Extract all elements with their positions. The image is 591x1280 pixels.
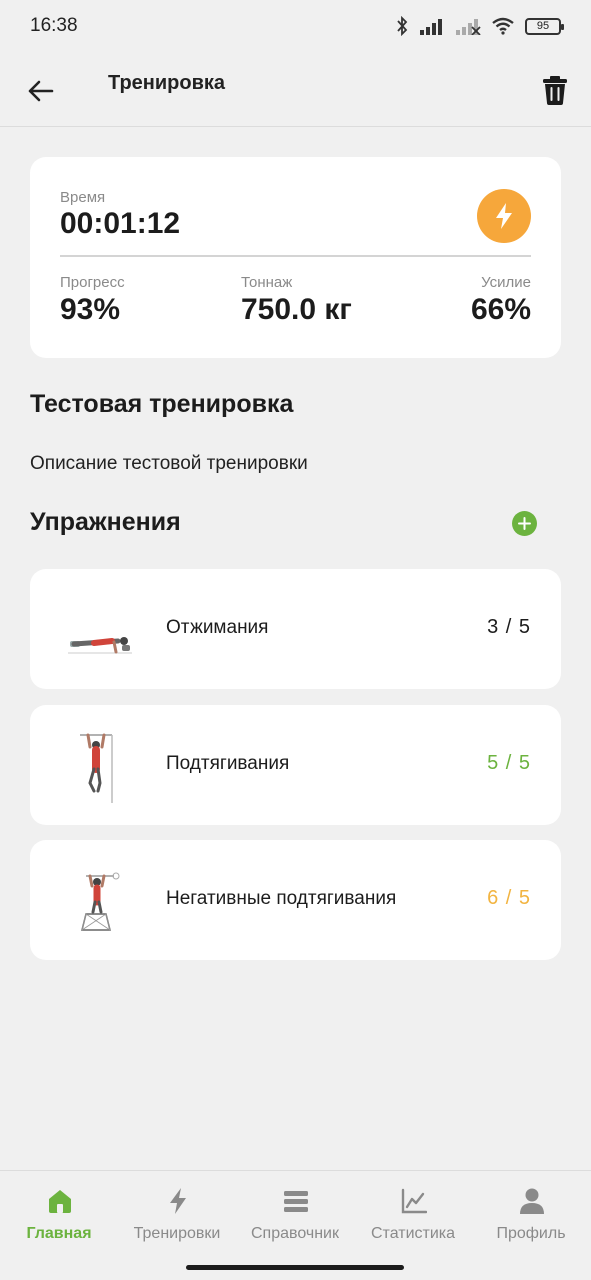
- page-title: Тренировка: [108, 72, 226, 94]
- exercise-name: Подтягивания: [166, 753, 290, 774]
- progress-label: Прогресс: [60, 274, 125, 291]
- start-workout-button[interactable]: [477, 189, 531, 243]
- status-bar: 16:38 95: [0, 0, 591, 52]
- nav-label: Статистика: [370, 1225, 456, 1242]
- pullup-illustration: [80, 733, 113, 803]
- app-bar: Тренировка: [0, 52, 591, 127]
- nav-item-reference[interactable]: Справочник: [236, 1171, 354, 1261]
- exercise-card-pullups[interactable]: Подтягивания 5 / 5: [30, 705, 561, 825]
- progress-value: 93%: [60, 293, 121, 326]
- negative-pullup-illustration: [81, 872, 120, 931]
- bolt-icon: [496, 203, 512, 229]
- tonnage-value: 750.0 кг: [241, 293, 352, 326]
- signal-icon: [420, 19, 442, 35]
- exercise-sets-count: 5 / 5: [487, 752, 531, 774]
- exercise-sets-count: 6 / 5: [487, 887, 531, 909]
- user-icon: [520, 1188, 544, 1214]
- wifi-icon: [492, 17, 514, 35]
- workout-description: Описание тестовой тренировки: [30, 453, 308, 474]
- exercise-name: Негативные подтягивания: [166, 888, 397, 909]
- workout-title: Тестовая тренировка: [30, 390, 294, 418]
- pushup-illustration: [68, 637, 132, 654]
- stats-divider: [60, 255, 531, 257]
- nav-item-home[interactable]: Главная: [0, 1171, 118, 1261]
- nav-label: Главная: [26, 1225, 92, 1242]
- home-icon: [49, 1190, 71, 1213]
- battery-icon: 95: [525, 17, 564, 35]
- exercise-card-negative-pullups[interactable]: Негативные подтягивания 6 / 5: [30, 840, 561, 960]
- exercise-name: Отжимания: [166, 617, 269, 638]
- effort-value: 66%: [470, 293, 531, 326]
- nav-label: Профиль: [496, 1225, 566, 1242]
- exercise-sets-count: 3 / 5: [487, 616, 531, 638]
- trash-icon: [543, 76, 567, 105]
- signal-off-icon: [456, 19, 481, 35]
- bottom-navigation: Главная Тренировки Справочник Статистика…: [0, 1170, 591, 1280]
- list-icon: [284, 1191, 308, 1212]
- status-time: 16:38: [30, 15, 78, 36]
- arrow-left-icon: [28, 80, 54, 102]
- nav-item-workouts[interactable]: Тренировки: [118, 1171, 236, 1261]
- time-value: 00:01:12: [60, 207, 181, 240]
- time-label: Время: [60, 189, 106, 206]
- tonnage-label: Тоннаж: [241, 274, 293, 291]
- bolt-icon: [170, 1188, 186, 1214]
- nav-label: Тренировки: [133, 1225, 221, 1242]
- nav-item-profile[interactable]: Профиль: [472, 1171, 590, 1261]
- home-indicator[interactable]: [186, 1265, 404, 1270]
- chart-icon: [401, 1188, 427, 1214]
- nav-label: Справочник: [251, 1225, 339, 1242]
- add-exercise-button[interactable]: [512, 511, 537, 536]
- back-button[interactable]: [24, 74, 58, 108]
- delete-button[interactable]: [540, 74, 570, 106]
- exercise-card-pushups[interactable]: Отжимания 3 / 5: [30, 569, 561, 689]
- nav-item-statistics[interactable]: Статистика: [354, 1171, 472, 1261]
- battery-level: 95: [536, 20, 550, 32]
- effort-label: Усилие: [481, 274, 531, 291]
- exercises-heading: Упражнения: [30, 508, 181, 536]
- workout-stats-card: Время 00:01:12 Прогресс 93% Тоннаж 750.0…: [30, 157, 561, 358]
- bluetooth-icon: [397, 16, 408, 36]
- status-icons: 95: [395, 16, 564, 36]
- plus-circle-icon: [518, 517, 531, 530]
